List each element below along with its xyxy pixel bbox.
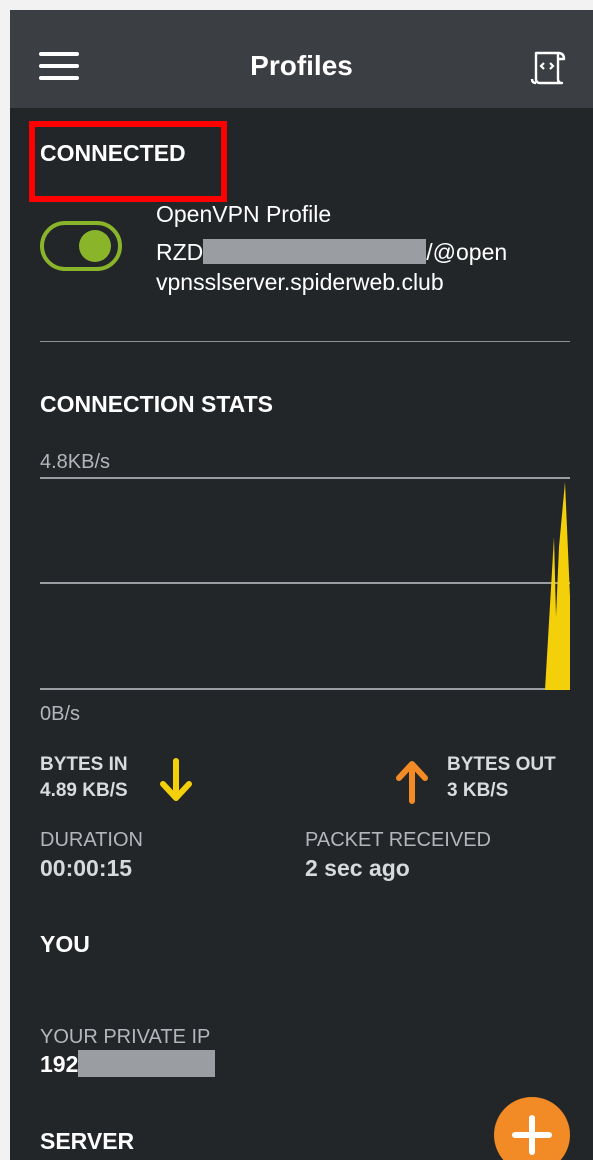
connection-stats-heading: CONNECTION STATS	[40, 391, 273, 417]
traffic-chart	[40, 477, 570, 690]
bytes-in-label: BYTES IN	[40, 754, 128, 775]
server-heading: SERVER	[40, 1128, 135, 1154]
app-bar: Profiles	[10, 10, 593, 108]
profile-username: RZD /@open	[156, 239, 507, 266]
you-heading: YOU	[40, 931, 90, 957]
profile-name[interactable]: OpenVPN Profile	[156, 201, 331, 228]
bytes-in-stat: BYTES IN 4.89 KB/S	[40, 752, 128, 804]
packet-received-value: 2 sec ago	[305, 855, 410, 881]
packet-received-label: PACKET RECEIVED	[305, 829, 491, 851]
arrow-down-icon	[160, 758, 192, 801]
traffic-area	[545, 482, 570, 690]
redacted-block	[203, 239, 427, 264]
toggle-knob	[79, 230, 111, 262]
username-suffix: /@open	[426, 239, 508, 265]
add-profile-button[interactable]	[494, 1097, 570, 1160]
bytes-out-stat: BYTES OUT 3 KB/S	[447, 752, 556, 804]
page-title: Profiles	[250, 50, 353, 81]
private-ip-prefix: 192	[40, 1051, 79, 1077]
username-prefix: RZD	[156, 239, 204, 265]
profile-toggle[interactable]	[40, 221, 122, 271]
arrow-up-icon	[396, 761, 428, 804]
chart-y-max-label: 4.8KB/s	[40, 451, 111, 473]
bytes-in-value: 4.89 KB/S	[40, 780, 128, 801]
duration-value: 00:00:15	[40, 855, 133, 881]
bytes-out-label: BYTES OUT	[447, 754, 556, 775]
log-file-icon[interactable]	[530, 48, 568, 86]
profile-host: vpnsslserver.spiderweb.club	[156, 269, 444, 295]
redacted-block	[78, 1050, 216, 1077]
private-ip-value: 192	[40, 1050, 216, 1078]
private-ip-label: YOUR PRIVATE IP	[40, 1026, 211, 1048]
duration-label: DURATION	[40, 829, 143, 851]
chart-y-min-label: 0B/s	[40, 703, 81, 725]
connection-status-label: CONNECTED	[40, 140, 186, 166]
bytes-out-value: 3 KB/S	[447, 780, 509, 801]
divider	[40, 341, 570, 342]
app-screen: Profiles CONNECTED OpenVPN Profile RZD /@…	[10, 10, 593, 1160]
